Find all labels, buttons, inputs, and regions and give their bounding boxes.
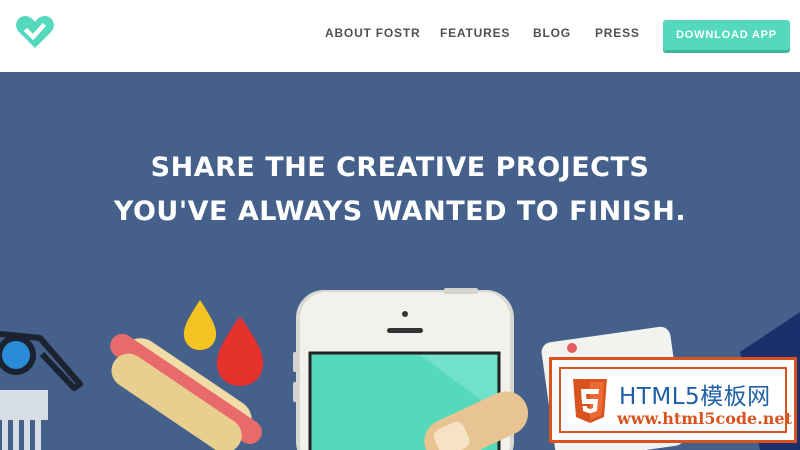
- nav-features[interactable]: FEATURES: [440, 26, 510, 40]
- watermark-badge: HTML5模板网 www.html5code.net: [549, 357, 797, 443]
- glasses-illustration: [0, 331, 83, 391]
- html5-shield-icon: [573, 379, 607, 423]
- nav-about-fostr[interactable]: ABOUT FOSTR: [325, 26, 420, 40]
- watermark-title: HTML5模板网: [619, 384, 771, 410]
- watermark-inner-frame: HTML5模板网 www.html5code.net: [559, 367, 792, 433]
- nav-press[interactable]: PRESS: [595, 26, 640, 40]
- download-app-button[interactable]: DOWNLOAD APP: [663, 20, 790, 50]
- watermark-url: www.html5code.net: [617, 409, 792, 428]
- site-header: ABOUT FOSTR FEATURES BLOG PRESS DOWNLOAD…: [0, 0, 800, 72]
- comb-illustration: [0, 390, 48, 450]
- nav-blog[interactable]: BLOG: [533, 26, 571, 40]
